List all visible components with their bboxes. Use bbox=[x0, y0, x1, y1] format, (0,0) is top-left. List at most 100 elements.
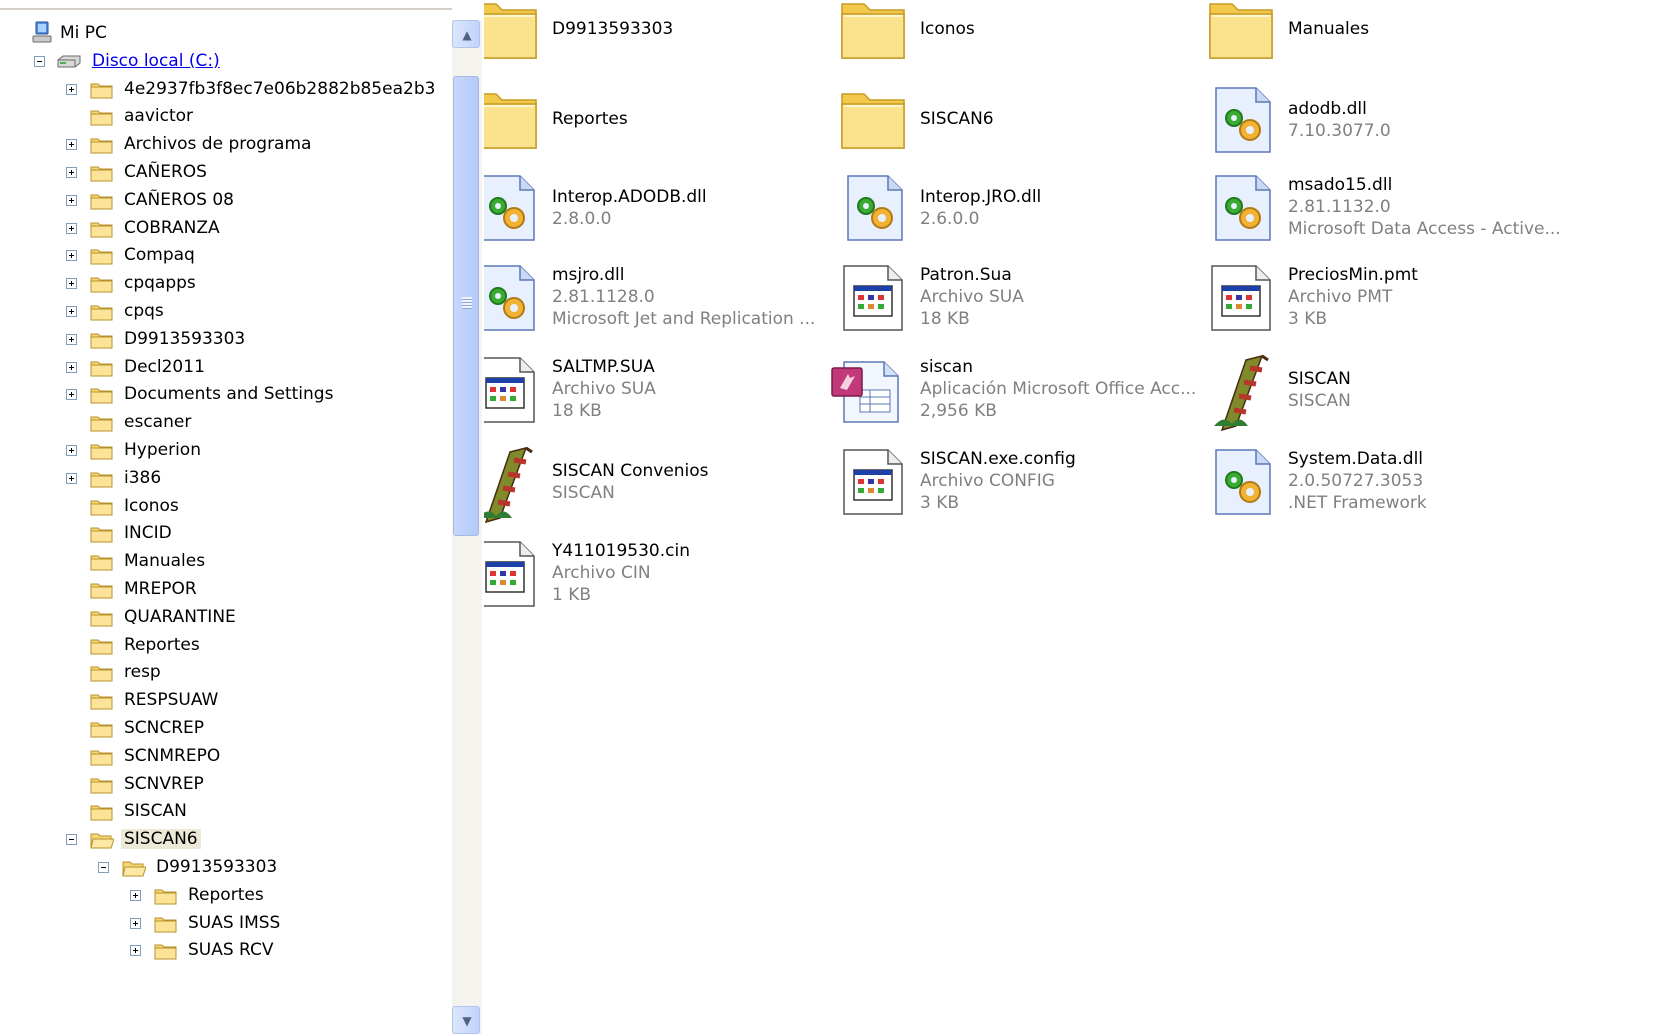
tree-item[interactable]: CAÑEROS bbox=[0, 159, 452, 187]
expand-icon[interactable] bbox=[66, 83, 77, 95]
tree-item[interactable]: cpqs bbox=[0, 298, 452, 326]
file-item[interactable]: SISCAN Convenios SISCAN bbox=[484, 446, 850, 536]
expand-icon[interactable] bbox=[66, 333, 77, 345]
tree-item[interactable]: i386 bbox=[0, 465, 452, 493]
file-item[interactable]: Y411019530.cin Archivo CIN 1 KB bbox=[484, 538, 850, 628]
file-item[interactable]: D9913593303 bbox=[484, 0, 850, 84]
file-name: Manuales bbox=[1288, 19, 1370, 39]
tree-item[interactable]: resp bbox=[0, 659, 452, 687]
expand-icon[interactable] bbox=[66, 167, 77, 178]
tree-item[interactable]: Hyperion bbox=[0, 437, 452, 465]
file-item[interactable]: Reportes bbox=[484, 84, 850, 174]
file-item[interactable]: SISCAN.exe.config Archivo CONFIG 3 KB bbox=[838, 446, 1218, 536]
collapse-icon[interactable] bbox=[34, 55, 45, 67]
file-item[interactable]: SALTMP.SUA Archivo SUA 18 KB bbox=[484, 354, 850, 444]
tree-item[interactable]: Iconos bbox=[0, 493, 452, 521]
tree-item[interactable]: SCNCREP bbox=[0, 715, 452, 743]
file-detail: .NET Framework bbox=[1288, 493, 1427, 513]
tree-item[interactable]: SCNVREP bbox=[0, 771, 452, 799]
collapse-icon[interactable] bbox=[98, 862, 109, 873]
tree-item-label: Documents and Settings bbox=[124, 384, 334, 405]
tree-item[interactable]: SUAS IMSS bbox=[0, 910, 452, 938]
scrollbar-thumb[interactable] bbox=[453, 76, 479, 536]
expand-icon[interactable] bbox=[66, 194, 77, 206]
file-item[interactable]: Interop.JRO.dll 2.6.0.0 bbox=[838, 172, 1218, 262]
tree-item-label: COBRANZA bbox=[124, 217, 220, 238]
folder-icon bbox=[90, 192, 114, 210]
tree-item[interactable]: aavictor bbox=[0, 103, 452, 131]
tree-item-label: MREPOR bbox=[124, 579, 197, 599]
scroll-down-button[interactable]: ▼ bbox=[452, 1006, 480, 1034]
tree-item[interactable]: Disco local (C:) bbox=[0, 48, 452, 76]
tree-item[interactable]: INCID bbox=[0, 520, 452, 548]
tree-item[interactable]: Reportes bbox=[0, 632, 452, 660]
tree-vertical-scrollbar[interactable]: ▲ ▼ bbox=[452, 20, 482, 1034]
tree-item[interactable]: escaner bbox=[0, 409, 452, 437]
tree-item[interactable]: Manuales bbox=[0, 548, 452, 576]
expand-icon[interactable] bbox=[66, 278, 77, 290]
folder-icon bbox=[90, 664, 114, 682]
folder-icon bbox=[90, 247, 114, 265]
file-item[interactable]: SISCAN6 bbox=[838, 84, 1218, 174]
tree-item-label: Reportes bbox=[124, 634, 200, 655]
file-item[interactable]: Manuales bbox=[1206, 0, 1586, 84]
tree-item[interactable]: MREPOR bbox=[0, 576, 452, 604]
tree-item-label: RESPSUAW bbox=[124, 690, 219, 711]
expand-icon[interactable] bbox=[66, 389, 77, 401]
tree-item[interactable]: QUARANTINE bbox=[0, 604, 452, 632]
file-name: SISCAN6 bbox=[920, 109, 994, 129]
expand-icon[interactable] bbox=[66, 250, 77, 262]
expand-icon[interactable] bbox=[130, 917, 141, 929]
expand-icon[interactable] bbox=[130, 945, 141, 957]
tree-item[interactable]: CAÑEROS 08 bbox=[0, 187, 452, 215]
file-name: Interop.ADODB.dll bbox=[552, 187, 707, 207]
tree-item-label: 4e2937fb3f8ec7e06b2882b85ea2b3 bbox=[124, 78, 436, 99]
tree-item[interactable]: SUAS RCV bbox=[0, 937, 452, 965]
scroll-up-button[interactable]: ▲ bbox=[452, 20, 480, 48]
file-item[interactable]: msjro.dll 2.81.1128.0 Microsoft Jet and Re… bbox=[484, 262, 850, 352]
file-item[interactable]: adodb.dll 7.10.3077.0 bbox=[1206, 84, 1586, 174]
tree-item[interactable]: cpqapps bbox=[0, 270, 452, 298]
tree-item[interactable]: D9913593303 bbox=[0, 854, 452, 882]
folder-icon bbox=[90, 553, 114, 571]
file-detail: Microsoft Jet and Replication ... bbox=[552, 309, 816, 329]
tree-item[interactable]: SISCAN bbox=[0, 798, 452, 826]
expand-icon[interactable] bbox=[66, 445, 77, 456]
collapse-icon[interactable] bbox=[66, 834, 77, 846]
file-detail: Archivo PMT bbox=[1288, 287, 1393, 307]
file-item[interactable]: PreciosMin.pmt Archivo PMT 3 KB bbox=[1206, 262, 1586, 352]
folder-icon bbox=[154, 915, 178, 933]
folder-tree-pane[interactable]: Mi PC Disco local (C:) 4e2937fb3f8ec7e06… bbox=[0, 0, 484, 1034]
file-item[interactable]: siscan Aplicación Microsoft Office Acc...… bbox=[831, 354, 1218, 444]
expand-icon[interactable] bbox=[130, 889, 141, 901]
tree-item[interactable]: Archivos de programa bbox=[0, 131, 452, 159]
tree-item[interactable]: Reportes bbox=[0, 882, 452, 910]
tree-item[interactable]: Decl2011 bbox=[0, 354, 452, 382]
tree-item[interactable]: D9913593303 bbox=[0, 326, 452, 354]
file-item[interactable]: Patron.Sua Archivo SUA 18 KB bbox=[838, 262, 1218, 352]
expand-icon[interactable] bbox=[66, 222, 77, 234]
expand-icon[interactable] bbox=[66, 139, 77, 151]
expand-icon[interactable] bbox=[66, 472, 77, 484]
tree-item[interactable]: Mi PC bbox=[0, 20, 452, 48]
file-item[interactable]: Interop.ADODB.dll 2.8.0.0 bbox=[484, 172, 850, 262]
tree-item[interactable]: SCNMREPO bbox=[0, 743, 452, 771]
file-item[interactable]: System.Data.dll 2.0.50727.3053 .NET Framew… bbox=[1206, 446, 1586, 536]
expand-icon[interactable] bbox=[66, 361, 77, 373]
tree-item[interactable]: COBRANZA bbox=[0, 215, 452, 243]
generic-file-icon bbox=[838, 446, 910, 518]
tree-item[interactable]: RESPSUAW bbox=[0, 687, 452, 715]
file-item[interactable]: SISCAN SISCAN bbox=[1206, 354, 1586, 444]
file-list-pane[interactable]: D9913593303 Iconos Manuales Reportes SIS… bbox=[484, 0, 1676, 1034]
expand-icon[interactable] bbox=[66, 306, 77, 317]
tree-item[interactable]: SISCAN6 bbox=[0, 826, 452, 854]
tree-item-label: Compaq bbox=[124, 245, 195, 266]
dll-icon bbox=[1206, 84, 1278, 156]
tree-item[interactable]: 4e2937fb3f8ec7e06b2882b85ea2b3 bbox=[0, 76, 452, 104]
file-item[interactable]: Iconos bbox=[838, 0, 1218, 84]
tree-item-label: Decl2011 bbox=[124, 356, 205, 377]
tree-item[interactable]: Documents and Settings bbox=[0, 381, 452, 409]
tree-item-label: INCID bbox=[124, 523, 172, 544]
file-item[interactable]: msado15.dll 2.81.1132.0 Microsoft Data Acc… bbox=[1206, 172, 1586, 262]
tree-item[interactable]: Compaq bbox=[0, 242, 452, 270]
